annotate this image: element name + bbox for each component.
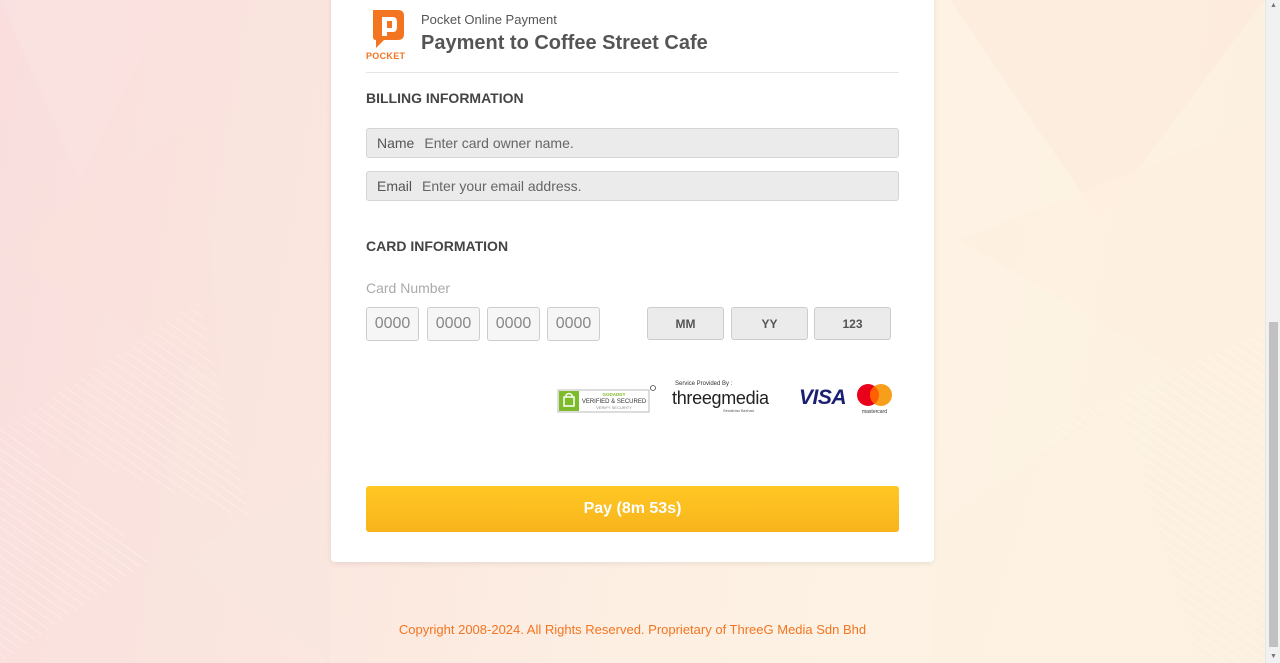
card-number-input-3[interactable] — [487, 307, 540, 341]
threegmedia-logo-text: threegmedia — [672, 388, 769, 408]
page-title: Payment to Coffee Street Cafe — [421, 32, 708, 54]
scrollbar-thumb[interactable] — [1269, 322, 1278, 647]
name-label: Name — [377, 135, 415, 151]
payment-card: POCKET Pocket Online Payment Payment to … — [331, 0, 934, 562]
threegmedia-sub-text: Sendirian Berhad — [723, 408, 754, 413]
billing-section-title: BILLING INFORMATION — [366, 90, 524, 106]
card-section-title: CARD INFORMATION — [366, 238, 509, 254]
pay-button[interactable]: Pay (8m 53s) — [366, 486, 899, 532]
email-input[interactable] — [422, 172, 898, 200]
card-number-input-2[interactable] — [427, 307, 480, 341]
footer-copyright: Copyright 2008-2024. All Rights Reserved… — [398, 622, 867, 637]
godaddy-top-text: GODADDY — [602, 392, 625, 397]
scroll-down-icon[interactable]: ▼ — [1266, 651, 1280, 663]
visa-logo: VISA — [799, 386, 847, 409]
page-scrollbar[interactable]: ▲ ▼ — [1265, 0, 1280, 663]
payment-subtitle: Pocket Online Payment — [421, 12, 557, 27]
service-provided-label: Service Provided By : — [675, 381, 733, 387]
godaddy-verified-badge: GODADDY VERIFIED & SECURED VERIFY SECURI… — [557, 385, 656, 413]
mastercard-logo-icon: mastercard — [857, 384, 892, 415]
card-number-input-1[interactable] — [366, 307, 419, 341]
security-badges: GODADDY VERIFIED & SECURED VERIFY SECURI… — [557, 381, 897, 424]
name-field[interactable]: Name — [366, 128, 899, 158]
threegmedia-badge: Service Provided By : threegmedia Sendir… — [672, 381, 782, 417]
payment-header: POCKET Pocket Online Payment Payment to … — [366, 8, 899, 73]
email-field[interactable]: Email — [366, 171, 899, 201]
expiry-year-input[interactable] — [731, 307, 808, 340]
name-input[interactable] — [424, 129, 898, 157]
card-number-input-4[interactable] — [547, 307, 600, 341]
expiry-month-input[interactable] — [647, 307, 724, 340]
card-number-label: Card Number — [366, 280, 451, 296]
scroll-up-icon[interactable]: ▲ — [1266, 0, 1280, 12]
mastercard-text: mastercard — [862, 409, 887, 415]
pocket-logo-text: POCKET — [366, 51, 406, 61]
email-label: Email — [377, 178, 413, 194]
cvv-input[interactable] — [814, 307, 891, 340]
godaddy-sub-text: VERIFY SECURITY — [596, 405, 632, 410]
